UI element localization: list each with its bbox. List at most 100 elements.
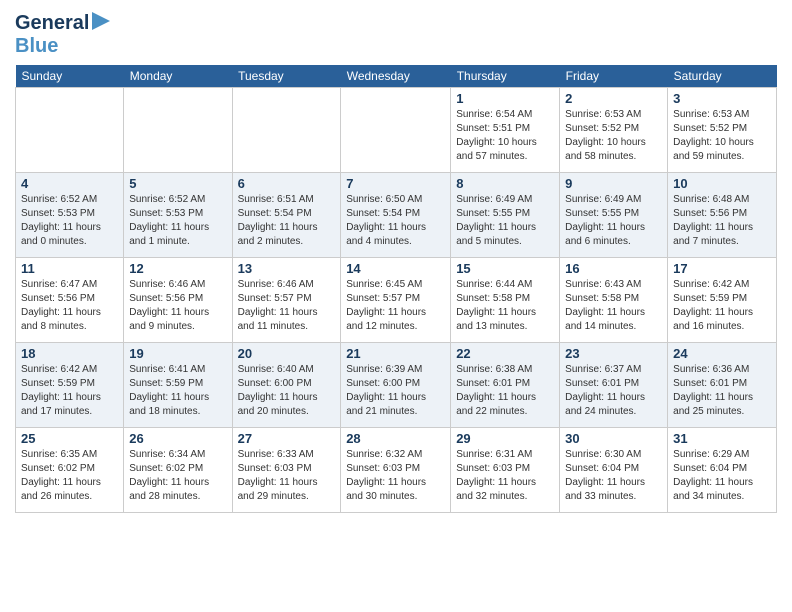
calendar-cell: 6 Sunrise: 6:51 AM Sunset: 5:54 PM Daylig… [232,173,341,258]
day-number: 2 [565,91,662,106]
day-number: 11 [21,261,118,276]
calendar-header-sunday: Sunday [16,65,124,88]
calendar-header-wednesday: Wednesday [341,65,451,88]
day-info: Sunrise: 6:37 AM Sunset: 6:01 PM Dayligh… [565,363,662,419]
calendar-cell: 14 Sunrise: 6:45 AM Sunset: 5:57 PM Dayli… [341,258,451,343]
logo-arrow-icon [92,12,110,30]
calendar-cell: 30 Sunrise: 6:30 AM Sunset: 6:04 PM Dayli… [560,428,668,513]
day-info: Sunrise: 6:41 AM Sunset: 5:59 PM Dayligh… [129,363,226,419]
calendar-header-tuesday: Tuesday [232,65,341,88]
logo: General Blue [15,10,110,57]
calendar-cell: 4 Sunrise: 6:52 AM Sunset: 5:53 PM Daylig… [16,173,124,258]
calendar-cell: 28 Sunrise: 6:32 AM Sunset: 6:03 PM Dayli… [341,428,451,513]
calendar-week-row: 1Sunrise: 6:54 AM Sunset: 5:51 PM Daylig… [16,88,777,173]
calendar-cell: 21 Sunrise: 6:39 AM Sunset: 6:00 PM Dayli… [341,343,451,428]
day-info: Sunrise: 6:39 AM Sunset: 6:00 PM Dayligh… [346,363,445,419]
day-info: Sunrise: 6:51 AM Sunset: 5:54 PM Dayligh… [238,193,336,249]
calendar-header-row: SundayMondayTuesdayWednesdayThursdayFrid… [16,65,777,88]
day-info: Sunrise: 6:53 AM Sunset: 5:52 PM Dayligh… [565,108,662,164]
day-info: Sunrise: 6:30 AM Sunset: 6:04 PM Dayligh… [565,448,662,504]
day-info: Sunrise: 6:32 AM Sunset: 6:03 PM Dayligh… [346,448,445,504]
day-number: 13 [238,261,336,276]
calendar-cell: 26Sunrise: 6:34 AM Sunset: 6:02 PM Dayli… [124,428,232,513]
day-number: 16 [565,261,662,276]
day-info: Sunrise: 6:38 AM Sunset: 6:01 PM Dayligh… [456,363,554,419]
day-number: 17 [673,261,771,276]
calendar-cell: 16 Sunrise: 6:43 AM Sunset: 5:58 PM Dayli… [560,258,668,343]
calendar-cell: 23Sunrise: 6:37 AM Sunset: 6:01 PM Dayli… [560,343,668,428]
day-number: 8 [456,176,554,191]
logo-text: General [15,12,89,34]
day-number: 1 [456,91,554,106]
calendar-cell: 22 Sunrise: 6:38 AM Sunset: 6:01 PM Dayli… [451,343,560,428]
calendar-cell: 1Sunrise: 6:54 AM Sunset: 5:51 PM Daylig… [451,88,560,173]
calendar-week-row: 18Sunrise: 6:42 AM Sunset: 5:59 PM Dayli… [16,343,777,428]
day-number: 18 [21,346,118,361]
day-number: 22 [456,346,554,361]
day-number: 3 [673,91,771,106]
calendar-cell: 7Sunrise: 6:50 AM Sunset: 5:54 PM Daylig… [341,173,451,258]
calendar-week-row: 25Sunrise: 6:35 AM Sunset: 6:02 PM Dayli… [16,428,777,513]
day-number: 26 [129,431,226,446]
calendar-header-friday: Friday [560,65,668,88]
day-info: Sunrise: 6:52 AM Sunset: 5:53 PM Dayligh… [21,193,118,249]
day-info: Sunrise: 6:42 AM Sunset: 5:59 PM Dayligh… [673,278,771,334]
day-number: 14 [346,261,445,276]
calendar-cell: 11 Sunrise: 6:47 AM Sunset: 5:56 PM Dayli… [16,258,124,343]
calendar-week-row: 11 Sunrise: 6:47 AM Sunset: 5:56 PM Dayli… [16,258,777,343]
calendar-cell: 19 Sunrise: 6:41 AM Sunset: 5:59 PM Dayli… [124,343,232,428]
day-info: Sunrise: 6:46 AM Sunset: 5:57 PM Dayligh… [238,278,336,334]
day-number: 30 [565,431,662,446]
day-number: 10 [673,176,771,191]
day-number: 31 [673,431,771,446]
calendar-header-monday: Monday [124,65,232,88]
calendar-cell: 8 Sunrise: 6:49 AM Sunset: 5:55 PM Daylig… [451,173,560,258]
calendar-cell: 31 Sunrise: 6:29 AM Sunset: 6:04 PM Dayli… [668,428,777,513]
calendar-header-thursday: Thursday [451,65,560,88]
calendar-cell: 3 Sunrise: 6:53 AM Sunset: 5:52 PM Daylig… [668,88,777,173]
calendar-cell: 13 Sunrise: 6:46 AM Sunset: 5:57 PM Dayli… [232,258,341,343]
page-container: General Blue SundayMondayTuesdayWednesd [0,0,792,523]
day-info: Sunrise: 6:31 AM Sunset: 6:03 PM Dayligh… [456,448,554,504]
day-number: 20 [238,346,336,361]
day-info: Sunrise: 6:29 AM Sunset: 6:04 PM Dayligh… [673,448,771,504]
calendar-cell: 15Sunrise: 6:44 AM Sunset: 5:58 PM Dayli… [451,258,560,343]
day-info: Sunrise: 6:36 AM Sunset: 6:01 PM Dayligh… [673,363,771,419]
day-number: 19 [129,346,226,361]
day-info: Sunrise: 6:47 AM Sunset: 5:56 PM Dayligh… [21,278,118,334]
calendar-cell: 9 Sunrise: 6:49 AM Sunset: 5:55 PM Daylig… [560,173,668,258]
day-number: 24 [673,346,771,361]
calendar-header-saturday: Saturday [668,65,777,88]
logo-blue-text: Blue [15,35,58,57]
calendar-cell: 29 Sunrise: 6:31 AM Sunset: 6:03 PM Dayli… [451,428,560,513]
day-info: Sunrise: 6:48 AM Sunset: 5:56 PM Dayligh… [673,193,771,249]
day-number: 25 [21,431,118,446]
day-number: 29 [456,431,554,446]
calendar-cell [124,88,232,173]
day-info: Sunrise: 6:45 AM Sunset: 5:57 PM Dayligh… [346,278,445,334]
calendar-cell: 24 Sunrise: 6:36 AM Sunset: 6:01 PM Dayli… [668,343,777,428]
calendar-cell [341,88,451,173]
header: General Blue [15,10,777,57]
day-info: Sunrise: 6:44 AM Sunset: 5:58 PM Dayligh… [456,278,554,334]
day-info: Sunrise: 6:49 AM Sunset: 5:55 PM Dayligh… [456,193,554,249]
calendar-cell [232,88,341,173]
day-number: 27 [238,431,336,446]
calendar-cell: 17 Sunrise: 6:42 AM Sunset: 5:59 PM Dayli… [668,258,777,343]
day-info: Sunrise: 6:49 AM Sunset: 5:55 PM Dayligh… [565,193,662,249]
day-number: 9 [565,176,662,191]
day-number: 7 [346,176,445,191]
calendar-cell: 10 Sunrise: 6:48 AM Sunset: 5:56 PM Dayli… [668,173,777,258]
calendar-cell: 27Sunrise: 6:33 AM Sunset: 6:03 PM Dayli… [232,428,341,513]
day-info: Sunrise: 6:53 AM Sunset: 5:52 PM Dayligh… [673,108,771,164]
day-number: 21 [346,346,445,361]
day-info: Sunrise: 6:43 AM Sunset: 5:58 PM Dayligh… [565,278,662,334]
day-info: Sunrise: 6:46 AM Sunset: 5:56 PM Dayligh… [129,278,226,334]
calendar-cell: 20Sunrise: 6:40 AM Sunset: 6:00 PM Dayli… [232,343,341,428]
day-number: 12 [129,261,226,276]
calendar-cell [16,88,124,173]
day-number: 28 [346,431,445,446]
calendar-table: SundayMondayTuesdayWednesdayThursdayFrid… [15,65,777,513]
day-number: 4 [21,176,118,191]
day-number: 6 [238,176,336,191]
